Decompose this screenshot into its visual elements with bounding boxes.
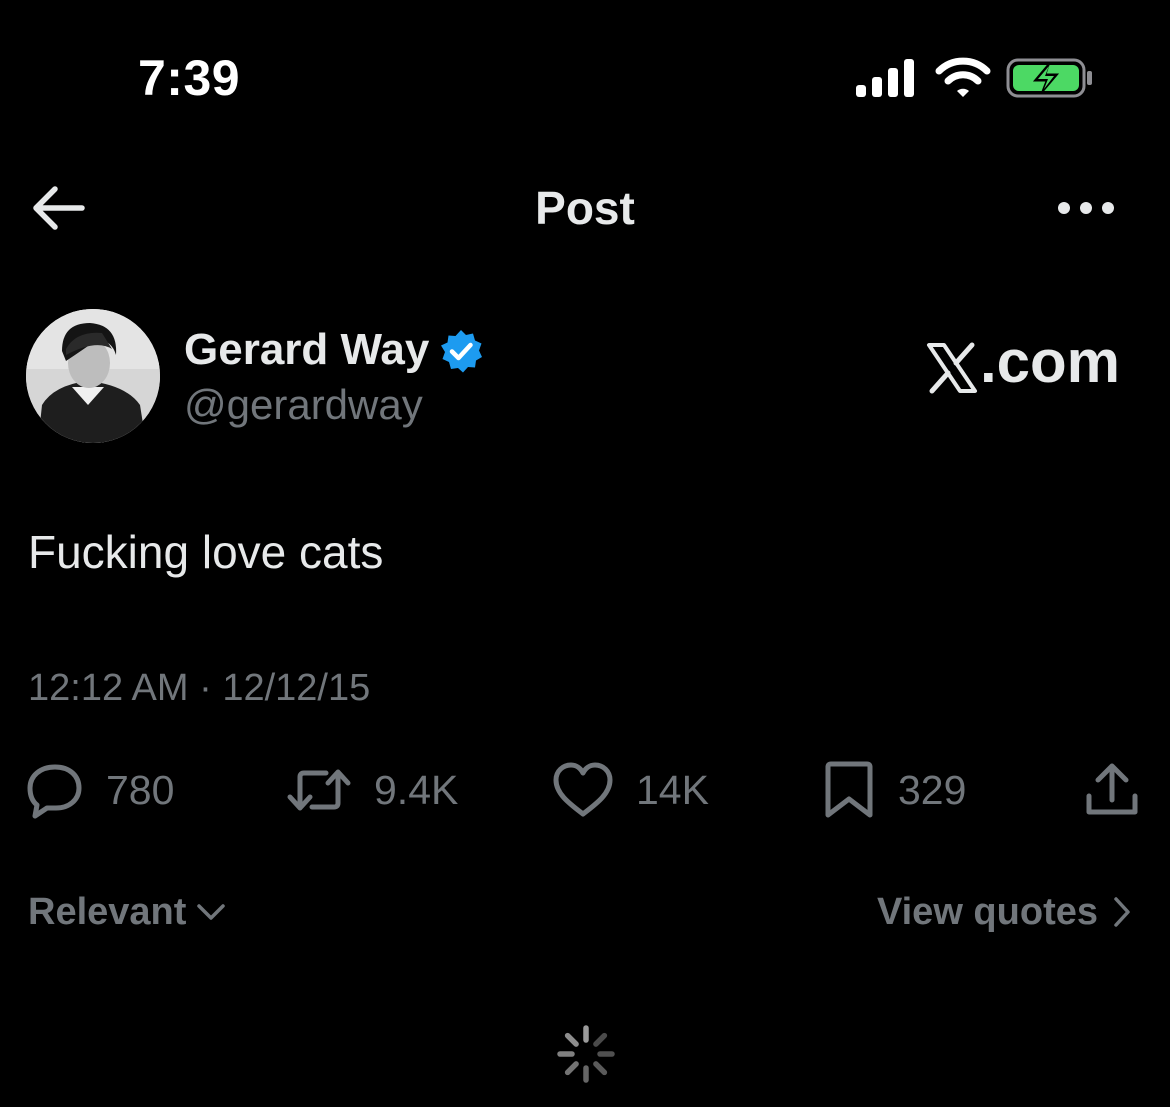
watermark-text: .com	[979, 328, 1120, 395]
battery-charging-icon	[1006, 58, 1092, 98]
x-logo-icon	[926, 342, 977, 394]
loading-spinner-icon	[557, 1025, 615, 1083]
chevron-right-icon	[1114, 897, 1130, 927]
like-icon	[553, 762, 613, 817]
post-timestamp[interactable]: 12:12 AM · 12/12/15	[28, 664, 370, 712]
repost-count: 9.4K	[374, 767, 459, 813]
avatar[interactable]	[26, 309, 160, 443]
view-quotes-label: View quotes	[876, 891, 1098, 933]
verified-badge-icon	[441, 330, 482, 373]
more-horizontal-icon	[1058, 202, 1114, 214]
share-button[interactable]	[1084, 760, 1140, 820]
like-button[interactable]: 14K	[552, 760, 709, 820]
view-quotes-link[interactable]: View quotes	[877, 888, 1132, 936]
post-text: Fucking love cats	[28, 526, 384, 578]
author-handle[interactable]: @gerardway	[184, 380, 423, 430]
chevron-down-icon	[197, 904, 226, 920]
like-count: 14K	[636, 767, 709, 813]
page-title: Post	[535, 182, 635, 234]
bookmark-icon	[825, 761, 873, 818]
status-bar-time: 7:39	[138, 50, 241, 106]
sort-label: Relevant	[28, 891, 187, 933]
bookmark-count: 329	[898, 767, 967, 813]
bookmark-button[interactable]: 329	[822, 760, 966, 820]
reply-count: 780	[106, 767, 175, 813]
watermark: .com	[926, 330, 1120, 394]
repost-icon	[287, 769, 351, 811]
repost-button[interactable]: 9.4K	[286, 760, 458, 820]
author-name[interactable]: Gerard Way	[184, 324, 429, 376]
sort-replies-dropdown[interactable]: Relevant	[28, 888, 226, 936]
more-options-button[interactable]	[1054, 194, 1118, 222]
reply-icon	[27, 764, 82, 819]
reply-button[interactable]: 780	[26, 760, 174, 820]
wifi-icon	[935, 57, 991, 97]
share-icon	[1086, 763, 1138, 815]
cellular-signal-icon	[856, 59, 914, 97]
